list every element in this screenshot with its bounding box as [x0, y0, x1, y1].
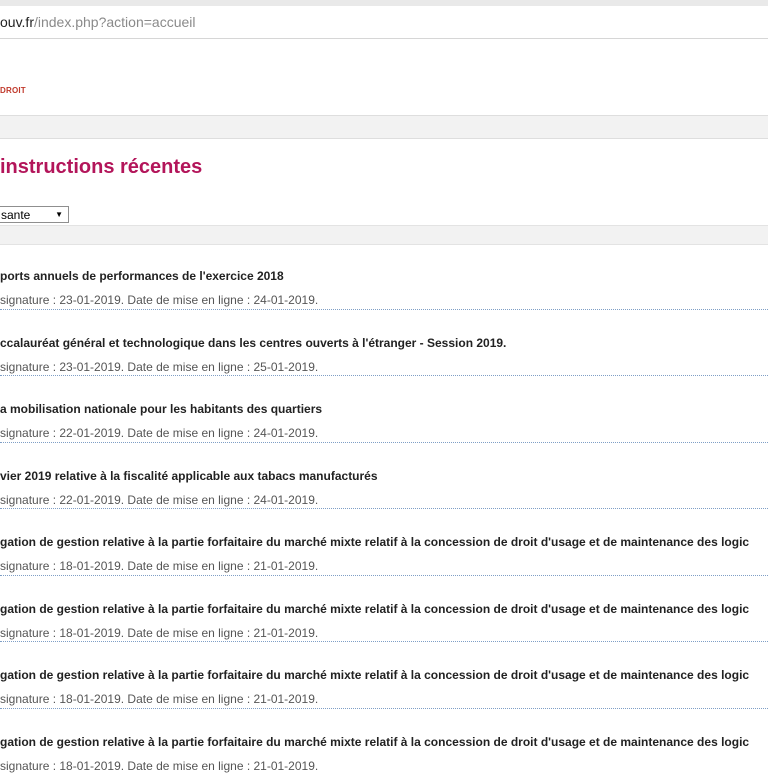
url-host: ouv.fr: [0, 14, 34, 30]
sort-select[interactable]: sante ▼: [0, 206, 69, 223]
item-dates: signature : 18-01-2019. Date de mise en …: [0, 559, 318, 573]
item-title-link[interactable]: ccalauréat général et technologique dans…: [0, 336, 768, 350]
item-dates: signature : 18-01-2019. Date de mise en …: [0, 692, 318, 706]
item-dates: signature : 18-01-2019. Date de mise en …: [0, 759, 318, 773]
item-dates: signature : 22-01-2019. Date de mise en …: [0, 426, 318, 440]
dropdown-arrow-icon: ▼: [55, 210, 68, 219]
item-dates: signature : 22-01-2019. Date de mise en …: [0, 493, 318, 507]
item-title-link[interactable]: gation de gestion relative à la partie f…: [0, 735, 768, 749]
item-dates: signature : 23-01-2019. Date de mise en …: [0, 360, 318, 374]
list-item: ports annuels de performances de l'exerc…: [0, 243, 768, 310]
list-item: gation de gestion relative à la partie f…: [0, 709, 768, 775]
item-dates: signature : 18-01-2019. Date de mise en …: [0, 626, 318, 640]
item-title-link[interactable]: a mobilisation nationale pour les habita…: [0, 402, 768, 416]
item-title-link[interactable]: ports annuels de performances de l'exerc…: [0, 269, 768, 283]
url-path: /index.php?action=accueil: [34, 14, 196, 30]
list-item: ccalauréat général et technologique dans…: [0, 310, 768, 377]
site-logo[interactable]: DROIT: [0, 86, 26, 95]
list-item: a mobilisation nationale pour les habita…: [0, 376, 768, 443]
list-header-bar: [0, 225, 768, 245]
item-dates: signature : 23-01-2019. Date de mise en …: [0, 293, 318, 307]
page-title: instructions récentes: [0, 156, 202, 179]
list-item: gation de gestion relative à la partie f…: [0, 509, 768, 576]
list-item: gation de gestion relative à la partie f…: [0, 642, 768, 709]
list-item: gation de gestion relative à la partie f…: [0, 576, 768, 643]
instructions-list: ports annuels de performances de l'exerc…: [0, 243, 768, 775]
item-title-link[interactable]: gation de gestion relative à la partie f…: [0, 535, 768, 549]
item-title-link[interactable]: vier 2019 relative à la fiscalité applic…: [0, 469, 768, 483]
address-bar[interactable]: ouv.fr/index.php?action=accueil: [0, 6, 768, 39]
nav-bar: [0, 115, 768, 139]
item-title-link[interactable]: gation de gestion relative à la partie f…: [0, 668, 768, 682]
item-title-link[interactable]: gation de gestion relative à la partie f…: [0, 602, 768, 616]
sort-select-value: sante: [0, 208, 55, 222]
list-item: vier 2019 relative à la fiscalité applic…: [0, 443, 768, 510]
